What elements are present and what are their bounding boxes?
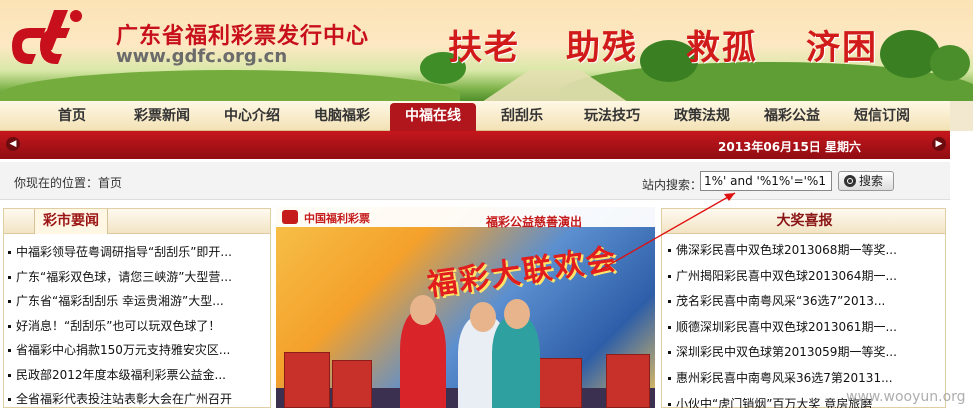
photo-org-label: 中国福利彩票 (304, 212, 370, 225)
current-date: 2013年06月15日 (718, 140, 821, 154)
nav-tips[interactable]: 玩法技巧 (576, 101, 648, 131)
winner-item-label[interactable]: 茂名彩民喜中南粤风采“36选7”2013... (676, 294, 885, 308)
breadcrumb: 你现在的位置：首页 (14, 176, 123, 190)
news-item[interactable]: 中福彩领导莅粤调研指导“刮刮乐”即开... (4, 240, 270, 265)
scroll-right-icon[interactable]: ▶ (932, 137, 946, 151)
bullet-icon (8, 324, 11, 328)
nav-lottery-news[interactable]: 彩票新闻 (126, 101, 198, 131)
news-item-label[interactable]: 好消息！“刮刮乐”也可以玩双色球了！ (16, 319, 220, 333)
winner-item-label[interactable]: 广州揭阳彩民喜中双色球2013064期一... (676, 269, 897, 283)
search-icon (844, 175, 856, 187)
news-item-label[interactable]: 省福彩中心捐款150万元支持雅安灾区... (16, 343, 230, 357)
news-list: 中福彩领导莅粤调研指导“刮刮乐”即开... 广东“福彩双色球，请您三峡游”大型营… (4, 234, 270, 408)
nav-zhongfu-online[interactable]: 中福在线 (390, 103, 476, 131)
news-item-label[interactable]: 广东省“福彩刮刮乐 幸运贵湘游”大型... (16, 294, 224, 308)
slogan-4: 济困 (806, 28, 878, 68)
winner-item-label[interactable]: 顺德深圳彩民喜中双色球2013061期一... (676, 320, 897, 334)
slogan-3: 救孤 (686, 28, 758, 68)
search-input[interactable] (700, 171, 832, 191)
news-header: 彩市要闻 (4, 209, 270, 234)
search-button-label: 搜索 (859, 174, 884, 188)
winners-header: 大奖喜报 (662, 209, 945, 234)
news-item-label[interactable]: 民政部2012年度本级福利彩票公益金... (16, 368, 226, 382)
news-item[interactable]: 广东省“福彩刮刮乐 幸运贵湘游”大型... (4, 289, 270, 314)
winner-item[interactable]: 深圳彩民中双色球第2013059期一等奖... (662, 340, 945, 366)
winner-item[interactable]: 广州揭阳彩民喜中双色球2013064期一... (662, 264, 945, 290)
news-item[interactable]: 省福彩中心捐款150万元支持雅安灾区... (4, 338, 270, 363)
photo-headline: 福彩大联欢会 (424, 241, 620, 304)
winner-item[interactable]: 茂名彩民喜中南粤风采“36选7”2013... (662, 289, 945, 315)
site-banner: 广东省福利彩票发行中心 www.gdfc.org.cn 扶老 助残 救孤 济困 (0, 0, 973, 101)
news-item-label[interactable]: 全省福彩代表投注站表彰大会在广州召开 (16, 392, 232, 406)
cwl-logo-icon (282, 210, 298, 224)
nav-policy[interactable]: 政策法规 (666, 101, 738, 131)
nav-sms[interactable]: 短信订阅 (846, 101, 918, 131)
winner-item-label[interactable]: 深圳彩民中双色球第2013059期一等奖... (676, 345, 897, 359)
bullet-icon (668, 351, 671, 355)
news-item[interactable]: 好消息！“刮刮乐”也可以玩双色球了！ (4, 314, 270, 339)
winners-title: 大奖喜报 (776, 213, 833, 229)
bullet-icon (668, 249, 671, 252)
bullet-icon (8, 300, 11, 303)
winners-list: 佛深彩民喜中双色球2013068期一等奖... 广州揭阳彩民喜中双色球20130… (662, 234, 945, 408)
bullet-icon (8, 251, 11, 254)
nav-edge (950, 101, 973, 131)
winner-item-label[interactable]: 惠州彩民喜中南粤风采36选7第20131... (676, 371, 893, 385)
bullet-icon (668, 376, 671, 380)
winners-panel: 大奖喜报 佛深彩民喜中双色球2013068期一等奖... 广州揭阳彩民喜中双色球… (661, 208, 946, 408)
news-item[interactable]: 广东“福彩双色球，请您三峡游”大型营... (4, 265, 270, 290)
winner-item[interactable]: 佛深彩民喜中双色球2013068期一等奖... (662, 238, 945, 264)
news-item[interactable]: 民政部2012年度本级福利彩票公益金... (4, 363, 270, 388)
nav-home[interactable]: 首页 (40, 101, 104, 131)
person-face (410, 295, 436, 325)
main-nav: 首页 彩票新闻 中心介绍 电脑福彩 中福在线 刮刮乐 玩法技巧 政策法规 福彩公… (0, 101, 950, 131)
hill (0, 70, 460, 101)
bullet-icon (8, 398, 11, 401)
featured-photo[interactable]: 中国福利彩票 福彩公益慈善演出 福彩大联欢会 (276, 207, 655, 408)
page-edge (950, 131, 973, 408)
gift-box (332, 360, 372, 408)
gift-box (538, 358, 582, 408)
bullet-icon (8, 349, 11, 352)
bullet-icon (8, 275, 11, 279)
photo-ribbon-label: 福彩公益慈善演出 (486, 215, 583, 229)
gift-box (284, 352, 330, 408)
scroll-left-icon[interactable]: ◀ (6, 137, 20, 151)
current-weekday: 星期六 (825, 140, 862, 154)
person-face (470, 302, 496, 332)
winner-item-label[interactable]: 佛深彩民喜中双色球2013068期一等奖... (676, 243, 897, 257)
bullet-icon (8, 373, 11, 377)
gift-box (606, 354, 650, 408)
person-face (504, 299, 530, 329)
news-title: 彩市要闻 (34, 209, 108, 234)
news-panel: 彩市要闻 中福彩领导莅粤调研指导“刮刮乐”即开... 广东“福彩双色球，请您三峡… (3, 208, 271, 408)
news-item-label[interactable]: 广东“福彩双色球，请您三峡游”大型营... (16, 270, 232, 284)
winner-item-label[interactable]: 小伙中“虎门销烟”百万大奖 竟房旅磨 (676, 397, 872, 408)
winner-item[interactable]: 顺德深圳彩民喜中双色球2013061期一... (662, 315, 945, 341)
nav-about[interactable]: 中心介绍 (216, 101, 288, 131)
bullet-icon (668, 402, 671, 406)
date-bar: ◀ 2013年06月15日 星期六 ▶ (0, 131, 950, 159)
site-url: www.gdfc.org.cn (116, 46, 288, 67)
bullet-icon (668, 274, 671, 278)
person (492, 316, 540, 408)
gdfc-logo-icon[interactable] (6, 6, 88, 68)
nav-scratch[interactable]: 刮刮乐 (490, 101, 554, 131)
news-item-label[interactable]: 中福彩领导莅粤调研指导“刮刮乐”即开... (16, 245, 232, 259)
search-button[interactable]: 搜索 (838, 171, 894, 191)
location-bar: 你现在的位置：首页 站内搜索： 搜索 (0, 162, 950, 200)
tree (930, 45, 970, 81)
winner-item[interactable]: 惠州彩民喜中南粤风采36选7第20131... (662, 366, 945, 392)
nav-charity[interactable]: 福彩公益 (756, 101, 828, 131)
bullet-icon (668, 300, 671, 304)
watermark: www.wooyun.org (846, 389, 966, 405)
search-label: 站内搜索： (642, 178, 703, 192)
nav-computer-lottery[interactable]: 电脑福彩 (306, 101, 378, 131)
slogan-1: 扶老 (448, 28, 520, 68)
slogan-2: 助残 (566, 28, 638, 68)
bullet-icon (668, 325, 671, 329)
news-item[interactable]: 全省福彩代表投注站表彰大会在广州召开 (4, 387, 270, 408)
